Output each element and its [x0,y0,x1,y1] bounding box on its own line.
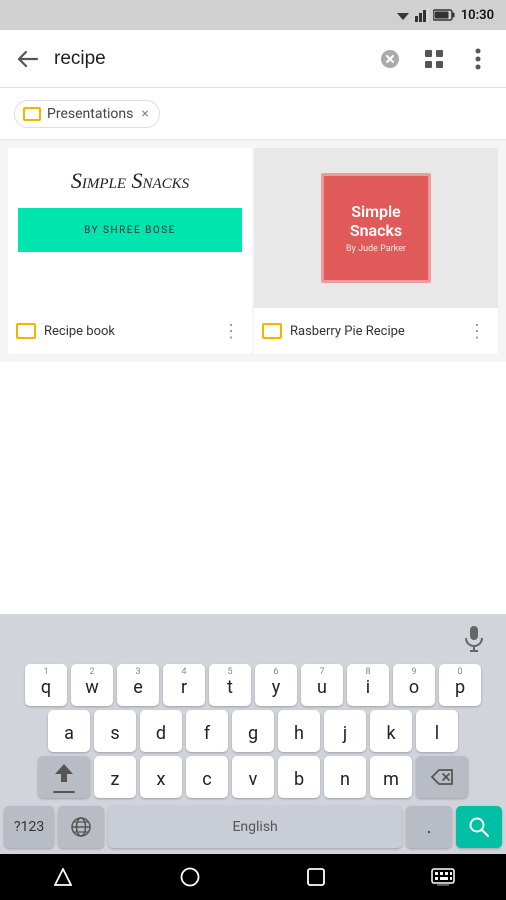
slide-title-1: Simple Snacks [71,168,189,194]
search-key[interactable] [456,806,502,848]
key-w[interactable]: 2w [71,664,113,706]
doc-icon-2 [262,323,282,339]
doc-icon-1 [16,323,36,339]
nav-bar [0,854,506,900]
slide-preview-2: Simple Snacks By Jude Parker [254,148,498,308]
grid-icon [424,49,444,69]
language-label: English [232,819,277,835]
key-row-1: 1q 2w 3e 4r 5t 6y 7u 8i 9o 0p [2,664,504,706]
backspace-icon [430,768,454,786]
nav-recents-icon [307,868,325,886]
more-options-button[interactable] [460,41,496,77]
key-row-3: z x c v b n m [2,756,504,798]
backspace-key[interactable] [416,756,468,798]
search-icon [468,816,490,838]
status-bar: 10:30 [0,0,506,30]
result-card-rasberry[interactable]: Simple Snacks By Jude Parker Rasberry Pi… [254,148,498,354]
period-key[interactable]: . [406,806,452,848]
grid-view-button[interactable] [416,41,452,77]
card-more-2[interactable]: ⋮ [464,321,490,342]
globe-icon [70,816,92,838]
nav-home-icon [180,867,200,887]
keyboard-rows: 1q 2w 3e 4r 5t 6y 7u 8i 9o 0p a s d f g … [0,662,506,806]
card-name-1: Recipe book [44,324,210,339]
clear-search-button[interactable] [372,41,408,77]
key-g[interactable]: g [232,710,274,752]
period-char: . [427,817,432,838]
key-i[interactable]: 8i [347,664,389,706]
key-s[interactable]: s [94,710,136,752]
key-m[interactable]: m [370,756,412,798]
keyboard-bottom-row: ?123 English . [0,806,506,854]
card-thumbnail-2: Simple Snacks By Jude Parker [254,148,498,308]
key-r[interactable]: 4r [163,664,205,706]
card-name-2: Rasberry Pie Recipe [290,324,456,339]
slide-author-1: By Shree Bose [84,225,176,236]
rasberry-title: Simple Snacks [324,202,428,240]
key-x[interactable]: x [140,756,182,798]
status-time: 10:30 [461,8,494,23]
nav-home-button[interactable] [165,854,215,900]
shift-key[interactable] [38,756,90,798]
chip-label: Presentations [47,106,133,122]
key-v[interactable]: v [232,756,274,798]
symbols-key[interactable]: ?123 [4,806,54,848]
search-bar [0,30,506,88]
card-more-1[interactable]: ⋮ [218,321,244,342]
key-d[interactable]: d [140,710,182,752]
card-footer-2: Rasberry Pie Recipe ⋮ [254,308,498,354]
rasberry-author: By Jude Parker [346,244,406,254]
chip-close-button[interactable]: × [141,106,148,122]
mic-icon [462,624,486,652]
key-l[interactable]: l [416,710,458,752]
filter-area: Presentations × [0,88,506,140]
key-q[interactable]: 1q [25,664,67,706]
presentations-chip-icon [23,107,41,121]
key-k[interactable]: k [370,710,412,752]
nav-keyboard-button[interactable] [418,854,468,900]
key-row-2: a s d f g h j k l [2,710,504,752]
key-z[interactable]: z [94,756,136,798]
signal-icon [415,8,429,22]
mic-button[interactable] [456,620,492,656]
key-a[interactable]: a [48,710,90,752]
result-card-recipe-book[interactable]: Simple Snacks By Shree Bose Recipe book … [8,148,252,354]
back-button[interactable] [10,41,46,77]
key-t[interactable]: 5t [209,664,251,706]
close-icon [380,49,400,69]
key-o[interactable]: 9o [393,664,435,706]
slide-green-bar: By Shree Bose [18,208,242,252]
card-footer-1: Recipe book ⋮ [8,308,252,354]
nav-keyboard-icon [431,868,455,886]
key-e[interactable]: 3e [117,664,159,706]
nav-back-icon [54,868,72,886]
key-b[interactable]: b [278,756,320,798]
nav-recents-button[interactable] [291,854,341,900]
key-c[interactable]: c [186,756,228,798]
back-arrow-icon [17,50,39,68]
shift-icon [53,762,75,784]
results-grid: Simple Snacks By Shree Bose Recipe book … [0,140,506,362]
more-vertical-icon [475,48,481,70]
keyboard: 1q 2w 3e 4r 5t 6y 7u 8i 9o 0p a s d f g … [0,614,506,854]
key-h[interactable]: h [278,710,320,752]
rasberry-slide-box: Simple Snacks By Jude Parker [321,173,431,283]
language-key[interactable]: English [108,806,402,848]
nav-back-button[interactable] [38,854,88,900]
key-p[interactable]: 0p [439,664,481,706]
wifi-icon [395,8,411,22]
key-f[interactable]: f [186,710,228,752]
key-u[interactable]: 7u [301,664,343,706]
presentations-filter-chip[interactable]: Presentations × [14,100,160,128]
key-j[interactable]: j [324,710,366,752]
battery-icon [433,9,455,21]
slide-preview-1: Simple Snacks By Shree Bose [8,148,252,308]
key-n[interactable]: n [324,756,366,798]
globe-key[interactable] [58,806,104,848]
status-icons [395,8,455,22]
card-thumbnail-1: Simple Snacks By Shree Bose [8,148,252,308]
search-input[interactable] [54,48,364,70]
keyboard-top-row [0,614,506,662]
key-y[interactable]: 6y [255,664,297,706]
